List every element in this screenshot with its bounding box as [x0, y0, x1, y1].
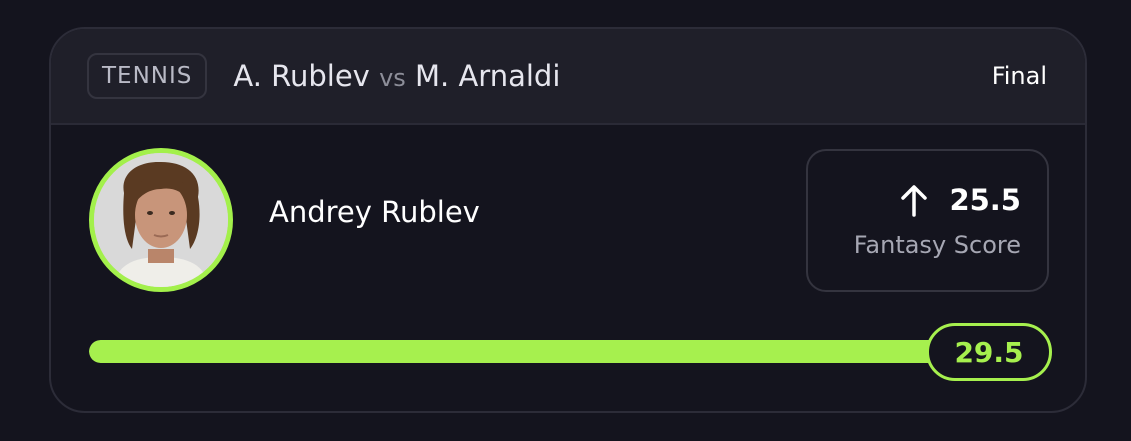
fantasy-score-value: 25.5 — [949, 183, 1021, 217]
fantasy-score-box[interactable]: 25.5 Fantasy Score — [806, 149, 1049, 292]
line-value: 29.5 — [954, 335, 1024, 369]
sport-badge-label: TENNIS — [102, 63, 193, 89]
player-name: Andrey Rublev — [269, 195, 480, 229]
progress-bar — [89, 340, 949, 363]
player-avatar — [89, 148, 233, 292]
projection-card[interactable]: TENNIS A. Rublev vs M. Arnaldi Final And… — [49, 27, 1087, 413]
vs-label: vs — [379, 64, 406, 92]
progress-bar-fill — [89, 340, 949, 363]
sport-badge: TENNIS — [87, 53, 208, 99]
score-row: 25.5 — [899, 183, 1021, 217]
player-b-name: M. Arnaldi — [415, 59, 561, 93]
player-photo — [94, 153, 228, 287]
card-header: TENNIS A. Rublev vs M. Arnaldi Final — [51, 29, 1085, 125]
arrow-up-icon — [901, 185, 928, 217]
player-a-name: A. Rublev — [233, 59, 370, 93]
line-value-pill: 29.5 — [926, 323, 1052, 381]
game-status: Final — [991, 62, 1047, 90]
fantasy-score-label: Fantasy Score — [853, 231, 1021, 259]
matchup-title: A. Rublev vs M. Arnaldi — [233, 59, 560, 93]
